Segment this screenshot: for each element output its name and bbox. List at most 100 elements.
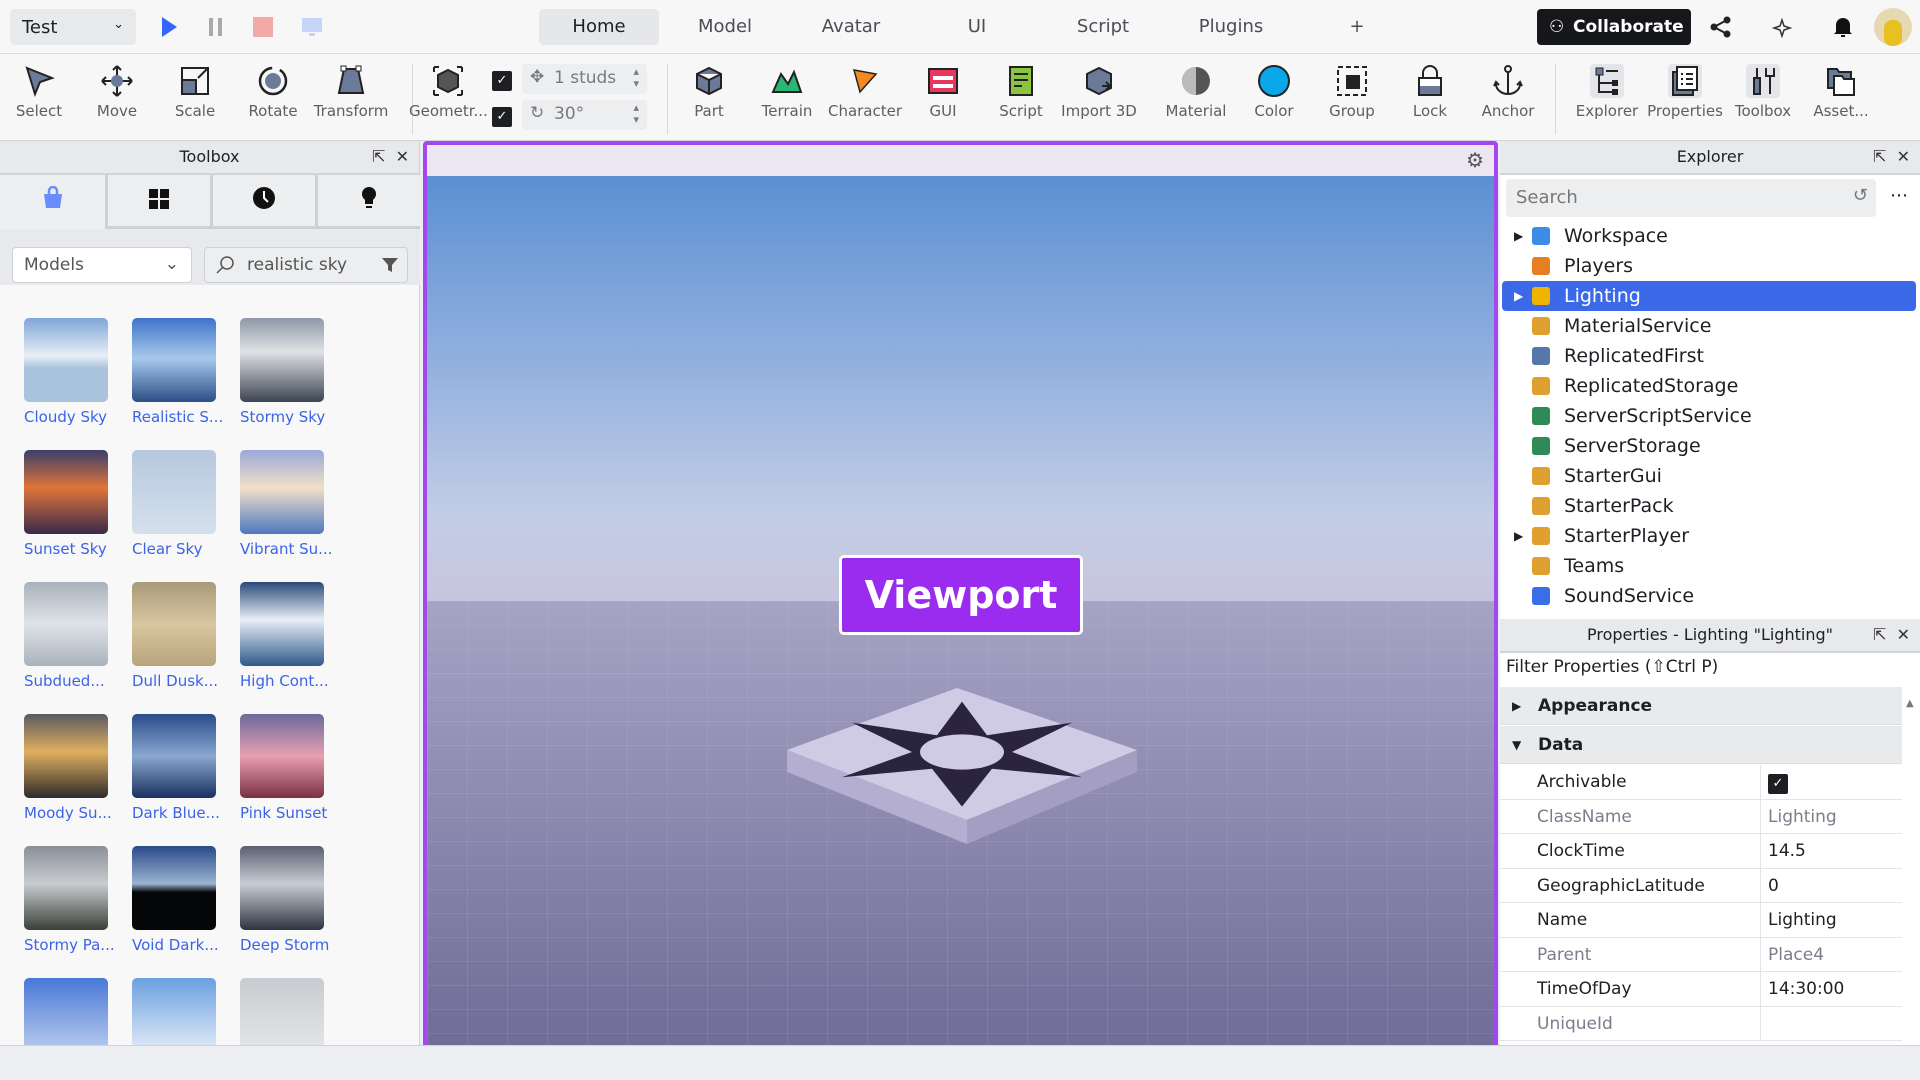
move-tool[interactable]: Move xyxy=(78,64,156,136)
history-icon[interactable]: ↺ xyxy=(1853,185,1868,206)
toolbox-search-input[interactable]: realistic sky xyxy=(204,247,408,283)
collaborate-button[interactable]: ⚇ Collaborate xyxy=(1537,9,1691,45)
close-icon[interactable]: ✕ xyxy=(1897,147,1910,166)
asset-tile[interactable] xyxy=(240,978,326,1045)
transform-tool[interactable]: Transform xyxy=(312,64,390,136)
tab-model[interactable]: Model xyxy=(665,9,785,45)
close-icon[interactable]: ✕ xyxy=(1897,625,1910,644)
notifications-bell-icon[interactable] xyxy=(1833,15,1853,39)
asset-tile[interactable]: Dark Blue... xyxy=(132,714,220,822)
explorer-item-players[interactable]: Players xyxy=(1502,251,1916,281)
close-icon[interactable]: ✕ xyxy=(396,147,409,166)
geometry-tool[interactable]: Geometr... xyxy=(409,64,488,136)
property-row[interactable]: Name Lighting xyxy=(1500,903,1902,938)
tab-plugins[interactable]: Plugins xyxy=(1171,9,1291,45)
script-tool[interactable]: Script xyxy=(982,64,1060,136)
explorer-item-serverstorage[interactable]: ServerStorage xyxy=(1502,431,1916,461)
property-row[interactable]: Archivable ✓ xyxy=(1500,765,1902,800)
asset-tile[interactable]: Stormy Pa... xyxy=(24,846,115,954)
property-row[interactable]: UniqueId xyxy=(1500,1006,1902,1041)
scroll-up-icon[interactable]: ▲ xyxy=(1906,698,1914,709)
asset-tile[interactable]: Realistic S... xyxy=(132,318,223,426)
properties-scrollbar[interactable]: ▲ xyxy=(1906,691,1918,1045)
explorer-toggle[interactable]: Explorer xyxy=(1568,64,1646,136)
tab-home[interactable]: Home xyxy=(539,9,659,45)
stop-icon[interactable] xyxy=(253,17,273,37)
toolbox-toggle[interactable]: Toolbox xyxy=(1724,64,1802,136)
lock-tool[interactable]: Lock xyxy=(1391,64,1469,136)
property-value[interactable]: 14.5 xyxy=(1760,834,1902,868)
explorer-item-startergui[interactable]: StarterGui xyxy=(1502,461,1916,491)
asset-tile[interactable]: High Cont... xyxy=(240,582,329,690)
explorer-item-soundservice[interactable]: SoundService xyxy=(1502,581,1916,611)
undock-icon[interactable]: ⇱ xyxy=(1873,147,1886,166)
archivable-checkbox[interactable]: ✓ xyxy=(1768,774,1788,794)
filter-properties-input[interactable]: Filter Properties (⇧Ctrl P) xyxy=(1506,657,1718,677)
property-row[interactable]: TimeOfDay 14:30:00 xyxy=(1500,972,1902,1007)
mode-dropdown[interactable]: Test ⌄ xyxy=(10,9,136,45)
asset-tile[interactable]: Void Dark... xyxy=(132,846,219,954)
category-appearance[interactable]: ▶ Appearance xyxy=(1500,687,1902,725)
ai-assistant-icon[interactable] xyxy=(1772,16,1794,38)
tab-ui[interactable]: UI xyxy=(917,9,1037,45)
character-tool[interactable]: Character xyxy=(826,64,904,136)
move-snap-input[interactable]: ✥ 1 studs ▴ ▾ xyxy=(522,64,647,94)
expand-arrow-icon[interactable]: ▶ xyxy=(1514,221,1523,251)
asset-tile[interactable] xyxy=(24,978,110,1045)
property-value[interactable]: ✓ xyxy=(1760,765,1902,799)
anchor-tool[interactable]: Anchor xyxy=(1469,64,1547,136)
expand-arrow-icon[interactable]: ▶ xyxy=(1514,521,1523,551)
filter-icon[interactable] xyxy=(381,256,399,274)
group-tool[interactable]: Group xyxy=(1313,64,1391,136)
category-dropdown[interactable]: Models ⌄ xyxy=(12,247,192,283)
explorer-item-lighting[interactable]: ▶ Lighting xyxy=(1502,281,1916,311)
tab-script[interactable]: Script xyxy=(1043,9,1163,45)
asset-tile[interactable]: Pink Sunset xyxy=(240,714,327,822)
share-icon[interactable] xyxy=(1710,16,1732,38)
color-tool[interactable]: Color xyxy=(1235,64,1313,136)
more-options-icon[interactable]: ⋯ xyxy=(1890,185,1908,206)
property-row[interactable]: ClassName Lighting xyxy=(1500,799,1902,834)
terrain-tool[interactable]: Terrain xyxy=(748,64,826,136)
rotate-snap-input[interactable]: ↻ 30° ▴ ▾ xyxy=(522,100,647,130)
play-icon[interactable] xyxy=(160,16,178,38)
asset-tile[interactable]: Deep Storm xyxy=(240,846,329,954)
gui-tool[interactable]: GUI xyxy=(904,64,982,136)
asset-tile[interactable]: Clear Sky xyxy=(132,450,218,558)
tab-avatar[interactable]: Avatar xyxy=(791,9,911,45)
select-tool[interactable]: Select xyxy=(0,64,78,136)
explorer-item-materialservice[interactable]: MaterialService xyxy=(1502,311,1916,341)
stepper-icon[interactable]: ▴ ▾ xyxy=(633,102,639,126)
rotate-tool[interactable]: Rotate xyxy=(234,64,312,136)
properties-toggle[interactable]: Properties xyxy=(1646,64,1724,136)
asset-tile[interactable]: Cloudy Sky xyxy=(24,318,110,426)
add-tab-button[interactable]: + xyxy=(1297,9,1417,45)
settings-gear-icon[interactable]: ⚙ xyxy=(1466,148,1484,172)
property-row[interactable]: GeographicLatitude 0 xyxy=(1500,868,1902,903)
undock-icon[interactable]: ⇱ xyxy=(372,147,385,166)
expand-arrow-icon[interactable]: ▶ xyxy=(1514,281,1523,311)
tab-creations[interactable] xyxy=(315,175,420,229)
explorer-item-serverscriptservice[interactable]: ServerScriptService xyxy=(1502,401,1916,431)
viewport[interactable]: ⚙ Viewport xyxy=(423,141,1498,1051)
move-snap-checkbox[interactable]: ✓ xyxy=(492,71,512,91)
tab-inventory[interactable] xyxy=(105,175,210,229)
asset-tile[interactable]: Stormy Sky xyxy=(240,318,326,426)
undock-icon[interactable]: ⇱ xyxy=(1873,625,1886,644)
property-row[interactable]: Parent Place4 xyxy=(1500,937,1902,972)
property-value[interactable]: Lighting xyxy=(1760,903,1902,937)
part-tool[interactable]: Part xyxy=(670,64,748,136)
user-avatar[interactable] xyxy=(1874,8,1912,46)
explorer-item-replicatedfirst[interactable]: ReplicatedFirst xyxy=(1502,341,1916,371)
explorer-item-starterpack[interactable]: StarterPack xyxy=(1502,491,1916,521)
explorer-item-teams[interactable]: Teams xyxy=(1502,551,1916,581)
rotate-snap-checkbox[interactable]: ✓ xyxy=(492,107,512,127)
spawn-location-part[interactable] xyxy=(787,680,1147,880)
explorer-item-workspace[interactable]: ▶ Workspace xyxy=(1502,221,1916,251)
asset-tile[interactable]: Dull Dusk... xyxy=(132,582,218,690)
asset-tile[interactable] xyxy=(132,978,218,1045)
import-3d-tool[interactable]: Import 3D xyxy=(1060,64,1138,136)
tab-recent[interactable] xyxy=(210,175,315,229)
material-tool[interactable]: Material xyxy=(1157,64,1235,136)
explorer-item-replicatedstorage[interactable]: ReplicatedStorage xyxy=(1502,371,1916,401)
